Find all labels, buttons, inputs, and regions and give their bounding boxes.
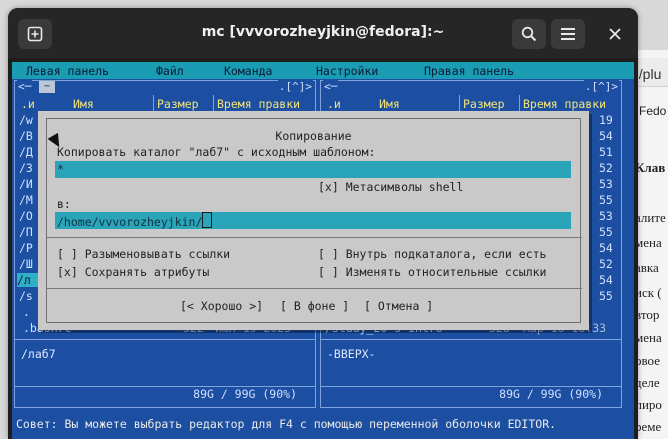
menu-command[interactable]: Команда: [224, 64, 272, 78]
panel-corner-left: <─: [323, 80, 339, 93]
source-pattern-input[interactable]: *: [55, 161, 571, 178]
into-subdir-checkbox[interactable]: [ ] Внутрь подкаталога, если есть: [318, 247, 546, 261]
file-row-time: 54: [599, 273, 613, 287]
file-row-time: 54: [599, 129, 613, 143]
menu-button[interactable]: [551, 19, 585, 49]
file-row[interactable]: /З: [19, 161, 33, 175]
file-row-time: 52: [599, 257, 613, 271]
col-header-size[interactable]: Размер: [157, 97, 199, 111]
panel-disk-status: 89G / 99G (90%): [321, 386, 621, 401]
panel-info-divider: [15, 339, 315, 340]
file-row-time: 53: [599, 209, 613, 223]
file-row-time: 54: [599, 241, 613, 255]
file-row[interactable]: /B: [19, 129, 33, 143]
hint-bar: Совет: Вы можете выбрать редактор для F4…: [12, 417, 634, 435]
browser-text-line: иск (: [635, 285, 662, 300]
panel-corner-right[interactable]: .[^]>: [277, 80, 313, 93]
source-pattern-value: *: [57, 162, 64, 176]
panel-info-path: -ВВЕРХ-: [327, 347, 376, 361]
file-row-time: 52: [599, 161, 613, 175]
file-row-time: 55: [599, 193, 613, 207]
file-row[interactable]: /П: [19, 225, 33, 239]
mc-menubar: Левая панель Файл Команда Настройки Прав…: [12, 62, 634, 79]
panel-info-path: /лаб7: [21, 347, 56, 361]
dereference-checkbox[interactable]: [ ] Разыменовывать ссылки: [57, 247, 230, 261]
file-row-time: 19: [599, 113, 613, 127]
browser-text-line: деле: [635, 375, 660, 390]
col-header-mtime[interactable]: Время правки: [217, 97, 300, 111]
close-button[interactable]: [598, 19, 632, 49]
dialog-divider: [47, 288, 582, 289]
background-button[interactable]: [ В фоне ]: [280, 299, 349, 313]
panel-disk-status: 89G / 99G (90%): [15, 386, 315, 401]
panel-tilde[interactable]: ~: [39, 81, 55, 93]
file-row[interactable]: /И: [19, 177, 33, 191]
dialog-title: Копирование: [269, 129, 358, 143]
browser-text-line: алите: [635, 210, 666, 225]
file-row[interactable]: /О: [19, 209, 33, 223]
preserve-attrs-checkbox[interactable]: [x] Сохранять атрибуты: [57, 265, 209, 279]
col-header-mtime[interactable]: Время правки: [523, 97, 606, 111]
file-row-time: 55: [599, 225, 613, 239]
menu-file[interactable]: Файл: [156, 64, 184, 78]
menu-right-panel[interactable]: Правая панель: [424, 64, 514, 78]
text-cursor: [202, 212, 213, 228]
dialog-title-wrap: Копирование: [38, 129, 589, 143]
col-header-name[interactable]: Имя: [379, 97, 400, 111]
browser-text-line: пиро: [635, 397, 662, 412]
panel-corner-left: <─: [17, 80, 33, 93]
hamburger-icon: [561, 28, 575, 40]
file-row[interactable]: /s: [19, 289, 33, 303]
dialog-divider: [47, 237, 582, 238]
browser-text-line: реме: [635, 419, 662, 434]
col-header-sort[interactable]: .и: [327, 97, 341, 111]
dest-label: в:: [57, 197, 71, 211]
col-header-sort[interactable]: .и: [21, 97, 35, 111]
dest-path-value: /home/vvvorozheyjkin/: [57, 215, 203, 229]
source-label: Копировать каталог "лаб7" с исходным шаб…: [57, 145, 376, 159]
browser-tab[interactable]: Fedo: [639, 104, 666, 118]
file-row[interactable]: /w: [19, 113, 33, 127]
panel-corner-right[interactable]: .[^]>: [583, 80, 619, 93]
browser-text-line: мена: [635, 330, 662, 345]
ok-button[interactable]: [< Хорошо >]: [180, 299, 263, 313]
file-row-time: 51: [599, 145, 613, 159]
search-button[interactable]: [512, 19, 546, 49]
file-row[interactable]: .: [23, 305, 30, 319]
file-row[interactable]: /Ш: [19, 257, 33, 271]
dest-path-input[interactable]: /home/vvvorozheyjkin/: [55, 212, 571, 229]
close-icon: [609, 28, 621, 40]
search-icon: [521, 26, 537, 42]
browser-text-line: Клав: [635, 160, 666, 175]
cancel-button[interactable]: [ Отмена ]: [364, 299, 433, 313]
file-row[interactable]: /Р: [19, 241, 33, 255]
browser-text-line: втор: [635, 307, 660, 322]
relative-links-checkbox[interactable]: [ ] Изменять относительные ссылки: [318, 265, 546, 279]
col-header-size[interactable]: Размер: [463, 97, 505, 111]
file-row-time: 53: [599, 177, 613, 191]
browser-text-line: овое: [635, 353, 660, 368]
browser-text-line: мена: [635, 235, 662, 250]
menu-left-panel[interactable]: Левая панель: [26, 64, 109, 78]
col-header-name[interactable]: Имя: [73, 97, 94, 111]
panel-info-divider: [321, 339, 621, 340]
menu-options[interactable]: Настройки: [316, 64, 378, 78]
browser-text-line: авка: [635, 260, 659, 275]
file-row-time: 55: [599, 289, 613, 303]
file-row[interactable]: /М: [19, 193, 33, 207]
file-row[interactable]: /Д: [19, 145, 33, 159]
window-titlebar[interactable]: mc [vvvorozheyjkin@fedora]:~: [8, 8, 638, 58]
metachars-checkbox[interactable]: [x] Метасимволы shell: [318, 180, 463, 194]
